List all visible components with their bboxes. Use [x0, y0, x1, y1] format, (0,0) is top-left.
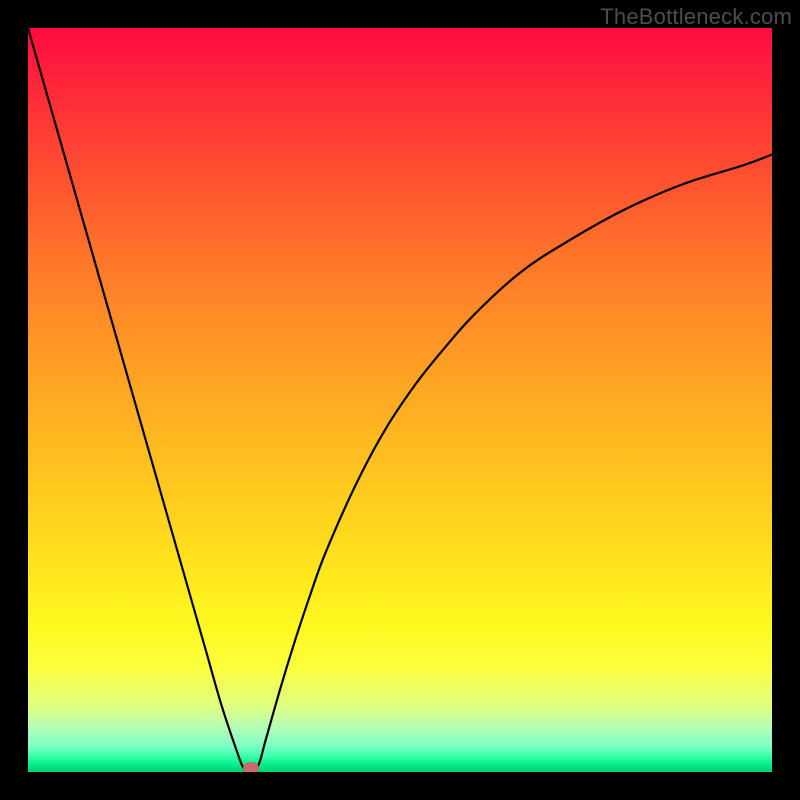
watermark-text: TheBottleneck.com: [600, 4, 792, 30]
gradient-background: [28, 28, 772, 772]
optimal-point-marker: [243, 762, 259, 772]
plot-area: [28, 28, 772, 772]
chart-frame: TheBottleneck.com: [0, 0, 800, 800]
